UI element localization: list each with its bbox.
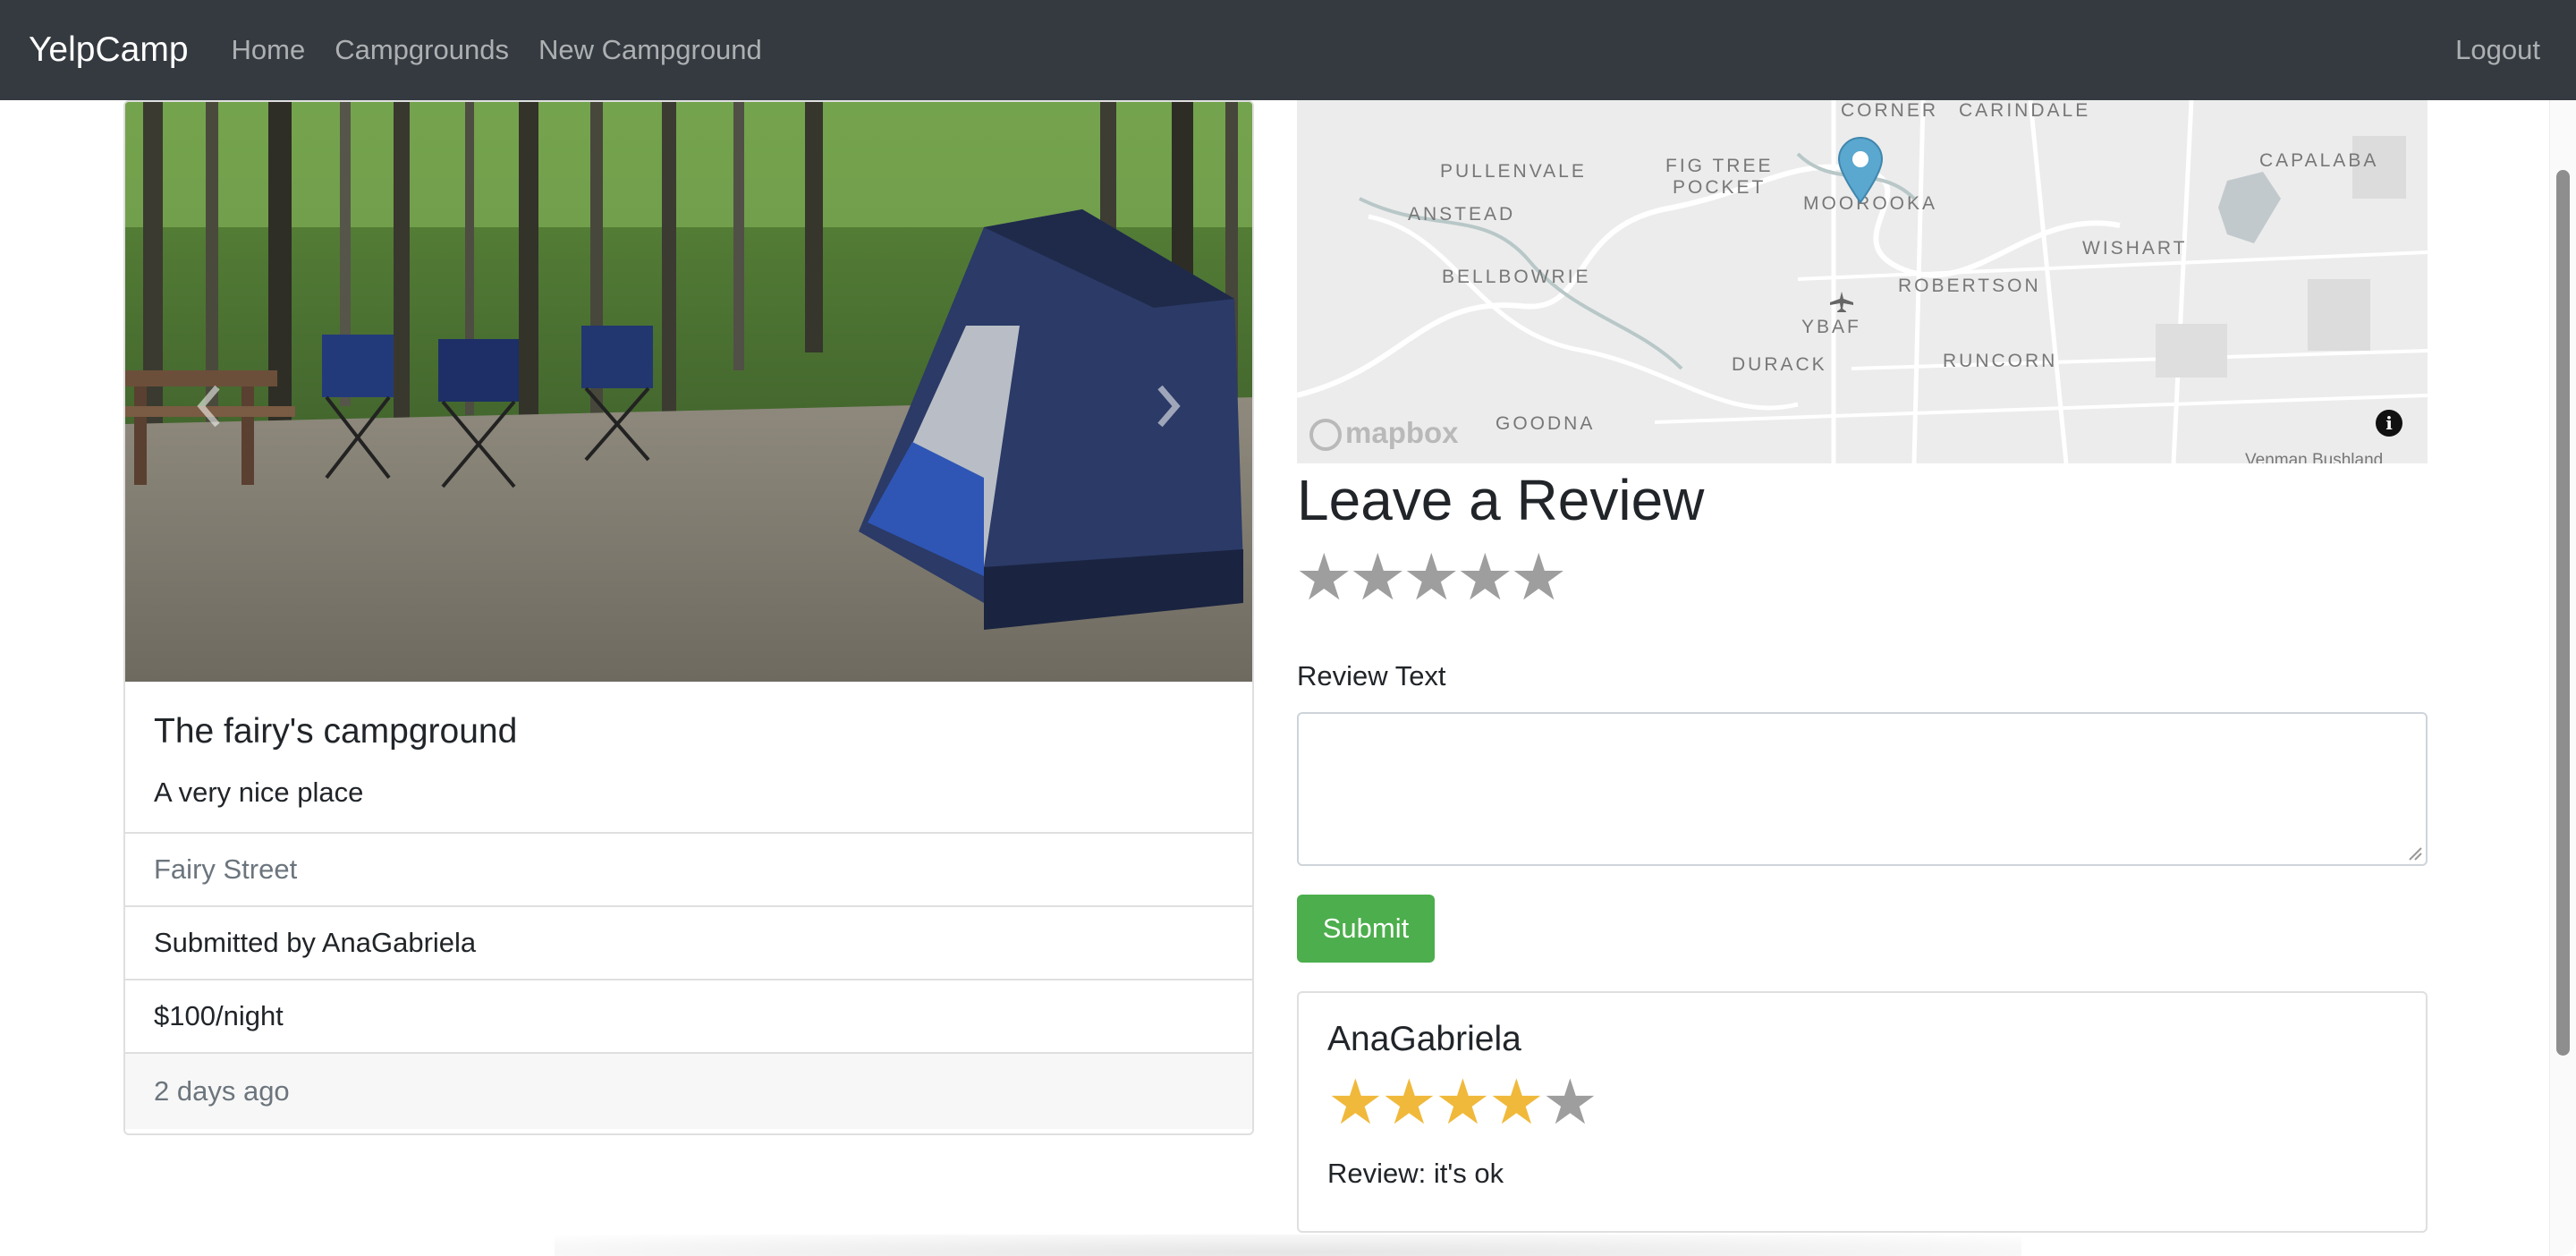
review-author: AnaGabriela bbox=[1327, 1020, 1521, 1058]
scrollbar-thumb[interactable] bbox=[2556, 170, 2570, 1056]
review-text-label: Review Text bbox=[1297, 660, 1446, 692]
nav-link-home[interactable]: Home bbox=[232, 34, 306, 66]
map[interactable]: CORNER CARINDALE PULLENVALE FIG TREE POC… bbox=[1297, 100, 2428, 463]
campground-location: Fairy Street bbox=[125, 834, 1252, 907]
review-rating: ★ ★ ★ ★ ★ bbox=[1327, 1067, 2397, 1137]
map-label: YBAF bbox=[1801, 317, 1861, 337]
review-card: AnaGabriela ★ ★ ★ ★ ★ Review: it's ok bbox=[1297, 991, 2428, 1233]
campground-author: Submitted by AnaGabriela bbox=[125, 907, 1252, 980]
map-label: POCKET bbox=[1673, 177, 1767, 198]
map-label: CARINDALE bbox=[1959, 100, 2091, 121]
star-icon[interactable]: ★ bbox=[1510, 546, 1568, 610]
map-label: PULLENVALE bbox=[1440, 161, 1587, 182]
map-label: GOODNA bbox=[1496, 413, 1596, 434]
campground-price: $100/night bbox=[125, 980, 1252, 1054]
star-icon[interactable]: ★ bbox=[1456, 546, 1514, 610]
map-label: BELLBOWRIE bbox=[1442, 267, 1591, 287]
rating-input[interactable]: ★ ★ ★ ★ ★ bbox=[1295, 546, 1568, 610]
map-label: Venman Bushland bbox=[2245, 451, 2384, 463]
star-filled-icon: ★ bbox=[1435, 1067, 1491, 1137]
campground-card: The fairy's campground A very nice place… bbox=[123, 100, 1254, 1135]
nav-link-campgrounds[interactable]: Campgrounds bbox=[335, 34, 509, 66]
star-filled-icon: ★ bbox=[1381, 1067, 1437, 1137]
map-label: RUNCORN bbox=[1943, 351, 2058, 371]
navbar: YelpCamp Home Campgrounds New Campground… bbox=[0, 0, 2576, 100]
page: YelpCamp Home Campgrounds New Campground… bbox=[0, 0, 2576, 1256]
image-carousel bbox=[125, 102, 1252, 682]
map-label: ANSTEAD bbox=[1408, 204, 1516, 225]
map-pin-icon[interactable] bbox=[1834, 132, 1887, 204]
review-text: Review: it's ok bbox=[1327, 1158, 1504, 1189]
bottom-shadow bbox=[555, 1235, 2021, 1256]
brand-link[interactable]: YelpCamp bbox=[29, 30, 189, 70]
airport-icon bbox=[1830, 292, 1853, 312]
carousel-next-button[interactable] bbox=[1141, 370, 1195, 442]
logout-link[interactable]: Logout bbox=[2455, 34, 2540, 66]
chevron-right-icon bbox=[1157, 385, 1181, 428]
submit-button[interactable]: Submit bbox=[1297, 895, 1435, 963]
map-label: ROBERTSON bbox=[1898, 276, 2041, 296]
review-text-input[interactable] bbox=[1297, 712, 2428, 866]
resize-grip-icon[interactable] bbox=[2406, 844, 2422, 861]
map-label: CORNER bbox=[1841, 100, 1939, 121]
map-label: WISHART bbox=[2082, 238, 2188, 259]
star-icon[interactable]: ★ bbox=[1349, 546, 1407, 610]
star-empty-icon: ★ bbox=[1542, 1067, 1598, 1137]
review-heading: Leave a Review bbox=[1297, 468, 1705, 532]
carousel-prev-button[interactable] bbox=[182, 370, 236, 442]
star-filled-icon: ★ bbox=[1488, 1067, 1545, 1137]
star-filled-icon: ★ bbox=[1327, 1067, 1384, 1137]
star-icon[interactable]: ★ bbox=[1402, 546, 1461, 610]
chevron-left-icon bbox=[197, 385, 220, 428]
campground-description: A very nice place bbox=[154, 777, 364, 808]
campground-photo bbox=[125, 102, 1252, 682]
campground-title: The fairy's campground bbox=[154, 712, 518, 751]
nav-link-new-campground[interactable]: New Campground bbox=[538, 34, 762, 66]
mapbox-logo[interactable]: mapbox bbox=[1309, 416, 1459, 451]
map-label: FIG TREE bbox=[1665, 156, 1774, 176]
campground-posted-time: 2 days ago bbox=[125, 1054, 1252, 1129]
map-label: DURACK bbox=[1732, 354, 1827, 375]
card-body: The fairy's campground A very nice place bbox=[125, 682, 1252, 834]
scrollbar[interactable] bbox=[2549, 100, 2576, 1256]
map-info-button[interactable]: i bbox=[2376, 410, 2402, 437]
star-icon[interactable]: ★ bbox=[1295, 546, 1353, 610]
map-label: CAPALABA bbox=[2259, 150, 2379, 171]
